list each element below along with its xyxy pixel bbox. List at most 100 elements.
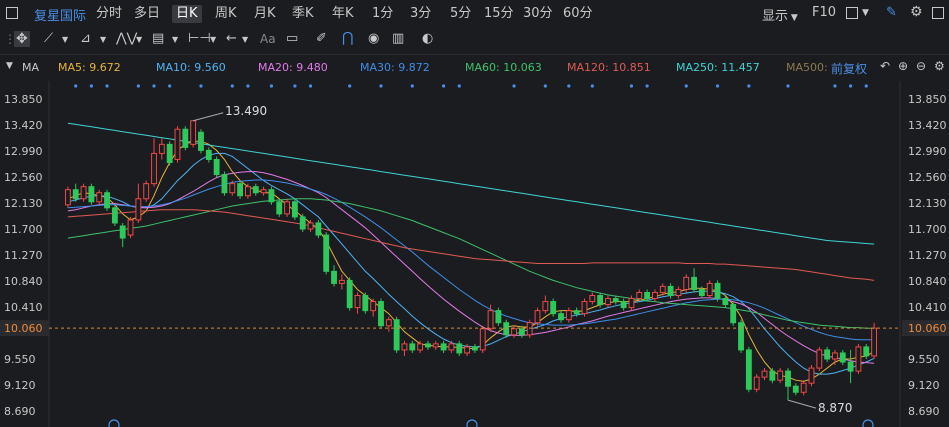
- period-tab[interactable]: 3分: [410, 5, 431, 23]
- period-tab[interactable]: 日K: [172, 5, 202, 23]
- fib-tool-icon[interactable]: ▤: [152, 31, 164, 46]
- pen-icon[interactable]: ✎: [886, 5, 897, 20]
- sidebar-toggle-icon[interactable]: [6, 7, 18, 19]
- period-tab[interactable]: 分时: [96, 5, 122, 23]
- chevron-down-icon[interactable]: ▼: [242, 35, 248, 44]
- candle-body: [745, 349, 752, 390]
- comment-tool-icon[interactable]: ▭: [286, 31, 298, 46]
- candle-body: [511, 328, 517, 336]
- text-tool-button[interactable]: Aa: [260, 32, 276, 46]
- candle-body: [871, 327, 878, 357]
- candle-body: [354, 295, 361, 309]
- event-marker[interactable]: [108, 419, 120, 427]
- candle-body: [245, 186, 251, 197]
- settings-icon[interactable]: ⚙: [934, 59, 945, 73]
- magnet-icon[interactable]: ⋂: [342, 30, 353, 46]
- pattern-tool-icon[interactable]: ⋀⋁: [116, 31, 137, 46]
- signal-dot: [168, 84, 172, 88]
- period-tab[interactable]: 15分: [484, 5, 514, 23]
- arrow-tool-icon[interactable]: ←: [226, 31, 237, 46]
- chevron-down-icon[interactable]: ▼: [172, 35, 178, 44]
- y-tick-label-right: 11.700: [908, 223, 947, 236]
- display-label: 显示: [762, 9, 789, 24]
- candle-body: [683, 276, 690, 290]
- candlestick-chart[interactable]: 13.850 13.850 13.420 13.420 12.990 12.990 12.5…: [0, 81, 949, 427]
- candle-body: [675, 288, 682, 297]
- candle-body: [464, 346, 471, 354]
- candle-body: [104, 192, 110, 209]
- display-dropdown[interactable]: 显示 ▼: [762, 5, 798, 24]
- adjust-label[interactable]: 前复权: [831, 60, 867, 77]
- y-tick-label-right: 12.990: [908, 145, 947, 158]
- chevron-down-icon[interactable]: ▼: [100, 35, 106, 44]
- layout-icon[interactable]: [932, 7, 944, 19]
- candle-body: [448, 343, 455, 351]
- candle-body: [80, 186, 87, 200]
- candle-body: [761, 370, 768, 378]
- square-icon[interactable]: [846, 7, 858, 19]
- ma-legend-item: MA500:: [786, 61, 828, 74]
- y-tick-label-left: 12.130: [4, 197, 43, 210]
- measure-tool-icon[interactable]: ⊢⊣: [188, 31, 211, 46]
- candle-body: [769, 370, 776, 381]
- f10-button[interactable]: F10: [812, 5, 836, 20]
- indicator-label[interactable]: MA: [22, 61, 39, 74]
- period-tab[interactable]: 1分: [372, 5, 393, 23]
- trash-icon[interactable]: ▥: [392, 31, 404, 46]
- period-tab[interactable]: 季K: [292, 5, 314, 23]
- signal-dot: [269, 84, 274, 88]
- chevron-down-icon[interactable]: ▼: [210, 35, 216, 44]
- ma-legend-item: MA20: 9.480: [258, 61, 328, 74]
- candle-body: [628, 298, 635, 309]
- candle-body: [260, 189, 267, 194]
- y-tick-label-left: 9.550: [4, 353, 36, 366]
- candle-body: [581, 301, 588, 315]
- candle-body: [111, 207, 118, 224]
- collapse-icon[interactable]: ▼: [6, 61, 13, 71]
- stock-name[interactable]: 复星国际: [34, 5, 86, 24]
- y-tick-label-right: 9.120: [908, 379, 940, 392]
- candle-body: [417, 343, 424, 351]
- y-tick-label-right: 11.270: [908, 249, 947, 262]
- eraser-icon[interactable]: ✐: [316, 31, 327, 46]
- candle-body: [792, 385, 799, 393]
- signal-dot: [864, 84, 868, 88]
- chevron-down-icon: ▼: [788, 13, 798, 23]
- signal-dot: [715, 84, 720, 88]
- crosshair-icon[interactable]: ✥: [14, 31, 30, 47]
- eye-icon[interactable]: ◉: [368, 31, 379, 46]
- period-tab[interactable]: 月K: [254, 5, 276, 23]
- ma-line-ma20: [67, 171, 875, 364]
- period-tab[interactable]: 年K: [332, 5, 354, 23]
- signal-dot: [152, 84, 156, 88]
- period-tab[interactable]: 60分: [563, 5, 593, 23]
- zoom-out-icon[interactable]: ⊖: [916, 59, 926, 73]
- chevron-down-icon[interactable]: ▼: [136, 35, 142, 44]
- period-tab[interactable]: 周K: [215, 5, 237, 23]
- channel-tool-icon[interactable]: ⊿: [80, 31, 91, 46]
- candle-body: [432, 343, 439, 348]
- chevron-down-icon[interactable]: ▼: [62, 35, 68, 44]
- candle-body: [401, 343, 408, 351]
- period-tab[interactable]: 5分: [450, 5, 471, 23]
- signal-dot: [442, 84, 446, 88]
- candle-body: [471, 346, 478, 351]
- settings-icon[interactable]: ⚙: [910, 4, 923, 20]
- event-marker[interactable]: [466, 419, 478, 427]
- period-tab[interactable]: 多日: [134, 5, 160, 23]
- ma-legend-item: MA10: 9.560: [156, 61, 226, 74]
- toggle-icon[interactable]: ◐: [422, 31, 433, 46]
- period-tab[interactable]: 30分: [523, 5, 553, 23]
- candle-body: [96, 192, 103, 203]
- line-tool-icon[interactable]: ⟋: [44, 31, 53, 46]
- candle-body: [72, 189, 79, 200]
- candle-body: [291, 201, 298, 218]
- y-tick-label-left: 9.120: [4, 379, 36, 392]
- undo-icon[interactable]: ↶: [880, 59, 890, 73]
- signal-dot: [786, 84, 790, 88]
- zoom-in-icon[interactable]: ⊕: [898, 59, 908, 73]
- signal-dot: [230, 84, 234, 88]
- event-marker[interactable]: [862, 419, 874, 427]
- chevron-down-icon[interactable]: ▼: [862, 8, 869, 18]
- candle-body: [855, 346, 862, 372]
